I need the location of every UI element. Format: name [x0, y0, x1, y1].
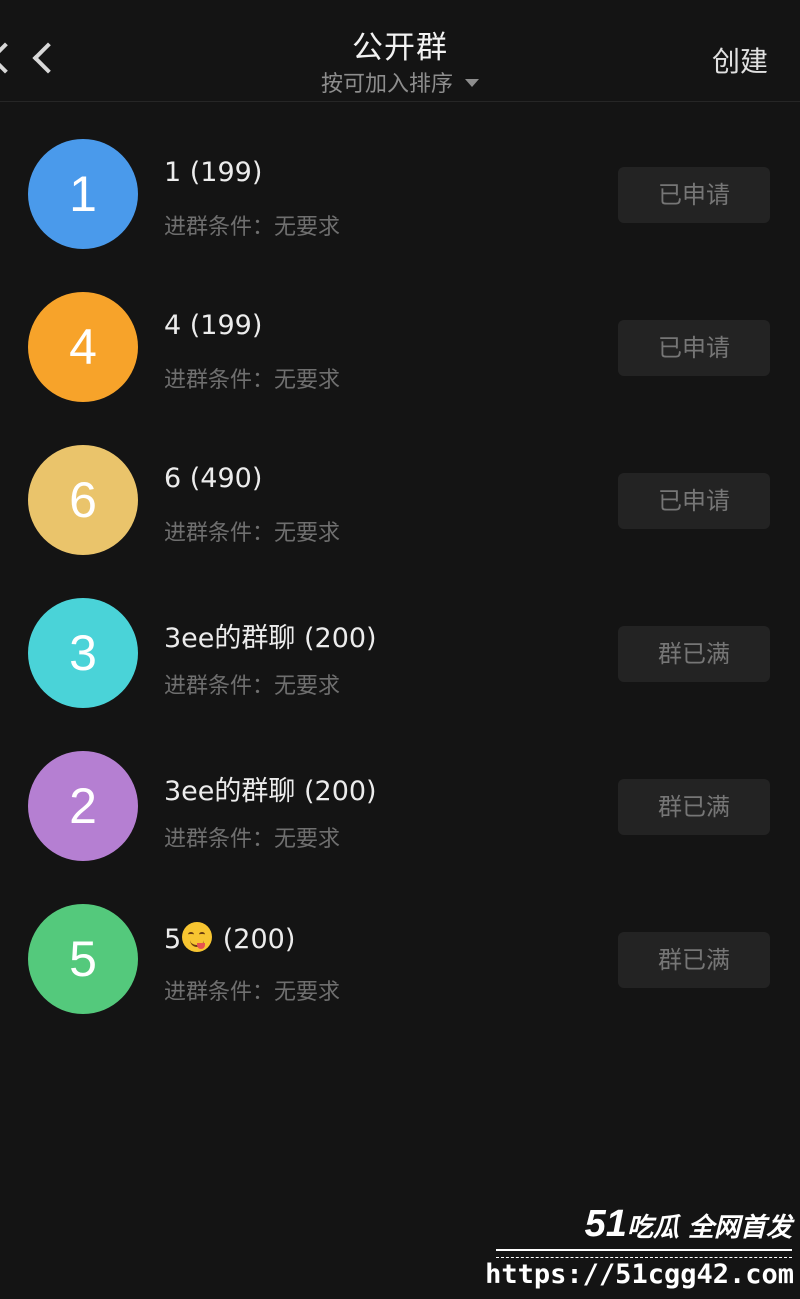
- group-full-button[interactable]: 群已满: [618, 779, 770, 835]
- group-list: 1 1 (199) 进群条件：无要求 已申请 4 4 (199) 进群条件：无要…: [0, 103, 800, 1021]
- join-condition: 进群条件：无要求: [164, 521, 341, 546]
- page-title: 公开群: [352, 30, 448, 66]
- watermark-divider: [496, 1249, 792, 1258]
- sort-label: 按可加入排序: [320, 72, 453, 97]
- join-condition: 进群条件：无要求: [164, 215, 341, 240]
- watermark-brand-text: 吃瓜 全网首发: [626, 1213, 792, 1243]
- group-row[interactable]: 6 6 (490) 进群条件：无要求 已申请: [0, 409, 800, 562]
- group-avatar: 5: [28, 904, 138, 1014]
- join-condition: 进群条件：无要求: [164, 827, 341, 852]
- group-name-count: (200): [214, 924, 296, 955]
- top-bar: 公开群 按可加入排序 创建: [0, 0, 800, 102]
- group-avatar: 6: [28, 445, 138, 555]
- watermark: 51吃瓜 全网首发 https://51cgg42.com: [485, 1201, 796, 1291]
- watermark-brand-number: 51: [584, 1203, 627, 1245]
- group-full-button[interactable]: 群已满: [618, 932, 770, 988]
- group-row[interactable]: 4 4 (199) 进群条件：无要求 已申请: [0, 256, 800, 409]
- group-row[interactable]: 5 5 (200) 进群条件：无要求 群已满: [0, 868, 800, 1021]
- applied-button[interactable]: 已申请: [618, 167, 770, 223]
- applied-button[interactable]: 已申请: [618, 473, 770, 529]
- sort-selector[interactable]: 按可加入排序: [0, 66, 800, 98]
- applied-button[interactable]: 已申请: [618, 320, 770, 376]
- group-name: 1 (199): [164, 157, 263, 188]
- group-avatar: 4: [28, 292, 138, 402]
- group-name-prefix: 5: [164, 924, 182, 955]
- face-savoring-food-emoji-icon: [182, 922, 213, 952]
- watermark-brand: 51吃瓜 全网首发: [585, 1203, 792, 1246]
- group-name: 3ee的群聊 (200): [164, 776, 377, 807]
- create-button[interactable]: 创建: [712, 40, 768, 80]
- watermark-url: https://51cgg42.com: [485, 1259, 794, 1290]
- group-name: 6 (490): [164, 463, 263, 494]
- group-name: 3ee的群聊 (200): [164, 623, 377, 654]
- group-name: 4 (199): [164, 310, 263, 341]
- group-avatar: 3: [28, 598, 138, 708]
- group-row[interactable]: 2 3ee的群聊 (200) 进群条件：无要求 群已满: [0, 715, 800, 868]
- join-condition: 进群条件：无要求: [164, 674, 341, 699]
- group-row[interactable]: 3 3ee的群聊 (200) 进群条件：无要求 群已满: [0, 562, 800, 715]
- join-condition: 进群条件：无要求: [164, 980, 341, 1005]
- group-full-button[interactable]: 群已满: [618, 626, 770, 682]
- group-row[interactable]: 1 1 (199) 进群条件：无要求 已申请: [0, 103, 800, 256]
- group-avatar: 2: [28, 751, 138, 861]
- group-name: 5 (200): [164, 922, 295, 955]
- caret-down-icon: [465, 79, 479, 87]
- group-avatar: 1: [28, 139, 138, 249]
- join-condition: 进群条件：无要求: [164, 368, 341, 393]
